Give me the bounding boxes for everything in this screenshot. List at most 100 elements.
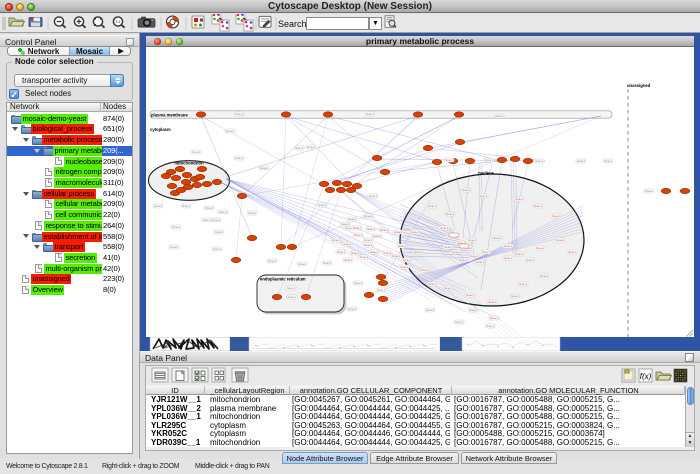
svg-text:Gna-1: Gna-1 — [526, 258, 534, 262]
svg-text:Gna-1: Gna-1 — [203, 218, 211, 222]
svg-text:Gna-1: Gna-1 — [486, 324, 494, 328]
svg-text:Gna-1: Gna-1 — [490, 316, 498, 320]
svg-text:Gna-1: Gna-1 — [213, 247, 221, 251]
svg-text:Gna-1: Gna-1 — [511, 294, 519, 298]
svg-text:Gna-1: Gna-1 — [452, 250, 460, 254]
svg-text:Gna-1: Gna-1 — [462, 188, 470, 192]
svg-text:Gna-1: Gna-1 — [287, 286, 295, 290]
svg-text:Gna-1: Gna-1 — [192, 150, 200, 154]
svg-text:Gna-1: Gna-1 — [446, 212, 454, 216]
svg-text:Gna-1: Gna-1 — [645, 189, 653, 193]
svg-text:Gna-1: Gna-1 — [383, 251, 391, 255]
svg-text:Gna-1: Gna-1 — [364, 214, 372, 218]
svg-text:Gna-1: Gna-1 — [394, 230, 402, 234]
svg-text:unassigned: unassigned — [627, 83, 651, 88]
svg-text:Gna-1: Gna-1 — [414, 250, 422, 254]
svg-text:Gna-1: Gna-1 — [344, 258, 352, 262]
svg-text:Gna-1: Gna-1 — [479, 194, 487, 198]
svg-text:Gna-1: Gna-1 — [540, 274, 548, 278]
svg-text:Gna-1: Gna-1 — [360, 255, 368, 259]
svg-text:Gna-1: Gna-1 — [400, 265, 408, 269]
svg-text:Gna-1: Gna-1 — [440, 226, 448, 230]
svg-text:Gna-1: Gna-1 — [351, 251, 359, 255]
svg-text:Gna-1: Gna-1 — [369, 194, 377, 198]
svg-text:Gna-1: Gna-1 — [468, 238, 476, 242]
svg-text:Gna-1: Gna-1 — [343, 242, 351, 246]
svg-text:Gna-1: Gna-1 — [205, 206, 213, 210]
svg-text:Gna-1: Gna-1 — [493, 236, 501, 240]
svg-text:Gna-1: Gna-1 — [504, 256, 512, 260]
svg-text:Gna-1: Gna-1 — [568, 250, 576, 254]
svg-text:Gna-1: Gna-1 — [403, 258, 411, 262]
svg-text:Gna-1: Gna-1 — [323, 261, 331, 265]
svg-text:Gna-1: Gna-1 — [364, 238, 372, 242]
svg-text:Gna-1: Gna-1 — [445, 158, 453, 162]
svg-text:Gna-1: Gna-1 — [298, 262, 306, 266]
svg-text:Gna-1: Gna-1 — [367, 227, 375, 231]
svg-text:Gna-1: Gna-1 — [354, 233, 362, 237]
svg-text:Gna-1: Gna-1 — [260, 166, 268, 170]
svg-text:f(x): f(x) — [640, 372, 652, 381]
svg-text:Gna-1: Gna-1 — [337, 250, 345, 254]
svg-text:Gna-1: Gna-1 — [154, 204, 162, 208]
svg-text:Gna-1: Gna-1 — [370, 250, 378, 254]
svg-text:Gna-1: Gna-1 — [459, 258, 467, 262]
svg-text:Gna-1: Gna-1 — [354, 281, 362, 285]
svg-text:endoplasmic reticulum: endoplasmic reticulum — [260, 276, 306, 281]
svg-text:Gna-1: Gna-1 — [485, 158, 493, 162]
svg-text:Gna-1: Gna-1 — [353, 226, 361, 230]
svg-text:Gna-1: Gna-1 — [348, 217, 356, 221]
svg-text:Gna-1: Gna-1 — [366, 112, 374, 116]
svg-text:Gna-1: Gna-1 — [219, 210, 227, 214]
svg-text:Gna-1: Gna-1 — [444, 286, 452, 290]
svg-text:Gna-1: Gna-1 — [556, 238, 564, 242]
svg-text:Gna-1: Gna-1 — [248, 211, 256, 215]
svg-text:Gna-1: Gna-1 — [307, 145, 315, 149]
svg-text:Gna-1: Gna-1 — [469, 308, 477, 312]
svg-text:plasma membrane: plasma membrane — [151, 112, 188, 117]
svg-text:Gna-1: Gna-1 — [470, 254, 478, 258]
svg-text:Gna-1: Gna-1 — [495, 114, 503, 118]
svg-text:Gna-1: Gna-1 — [455, 320, 463, 324]
svg-text:Gna-1: Gna-1 — [332, 238, 340, 242]
svg-text:Gna-1: Gna-1 — [373, 234, 381, 238]
svg-text:Gna-1: Gna-1 — [380, 228, 388, 232]
svg-text:Gna-1: Gna-1 — [288, 295, 296, 299]
svg-text:Gna-1: Gna-1 — [536, 246, 544, 250]
svg-text:Gna-1: Gna-1 — [215, 230, 223, 234]
svg-text:Gna-1: Gna-1 — [604, 159, 612, 163]
svg-text:Gna-1: Gna-1 — [482, 250, 490, 254]
svg-text:Gna-1: Gna-1 — [426, 308, 434, 312]
svg-text:Gna-1: Gna-1 — [318, 203, 326, 207]
svg-text:Gna-1: Gna-1 — [515, 197, 523, 201]
svg-text:Gna-1: Gna-1 — [170, 245, 178, 249]
svg-text:Gna-1: Gna-1 — [226, 129, 234, 133]
svg-text:Gna-1: Gna-1 — [172, 225, 180, 229]
svg-text:Gna-1: Gna-1 — [268, 259, 276, 263]
svg-text:Gna-1: Gna-1 — [535, 159, 543, 163]
svg-text:Gna-1: Gna-1 — [182, 204, 190, 208]
svg-text:Gna-1: Gna-1 — [295, 146, 303, 150]
svg-text:Gna-1: Gna-1 — [235, 112, 243, 116]
svg-text:Gna-1: Gna-1 — [235, 156, 243, 160]
svg-text:Gna-1: Gna-1 — [552, 214, 560, 218]
svg-text:Gna-1: Gna-1 — [488, 300, 496, 304]
svg-text:nucleus: nucleus — [478, 171, 494, 176]
svg-text:cytoplasm: cytoplasm — [150, 127, 171, 132]
svg-text:Gna-1: Gna-1 — [341, 222, 349, 226]
svg-text:Gna-1: Gna-1 — [411, 230, 419, 234]
svg-text:Gna-1: Gna-1 — [577, 159, 585, 163]
svg-text:Gna-1: Gna-1 — [428, 282, 436, 286]
svg-text:Gna-1: Gna-1 — [476, 260, 484, 264]
svg-text:Gna-1: Gna-1 — [515, 252, 523, 256]
svg-text:mitochondrion: mitochondrion — [174, 161, 204, 166]
svg-text:Gna-1: Gna-1 — [421, 268, 429, 272]
svg-text:Gna-1: Gna-1 — [364, 243, 372, 247]
svg-text:Gna-1: Gna-1 — [466, 293, 474, 297]
svg-text:Gna-1: Gna-1 — [444, 245, 452, 249]
svg-text:Gna-1: Gna-1 — [504, 244, 512, 248]
svg-text:Gna-1: Gna-1 — [392, 254, 400, 258]
svg-text:Gna-1: Gna-1 — [534, 204, 542, 208]
svg-text:Gna-1: Gna-1 — [428, 204, 436, 208]
svg-text:Gna-1: Gna-1 — [398, 244, 406, 248]
